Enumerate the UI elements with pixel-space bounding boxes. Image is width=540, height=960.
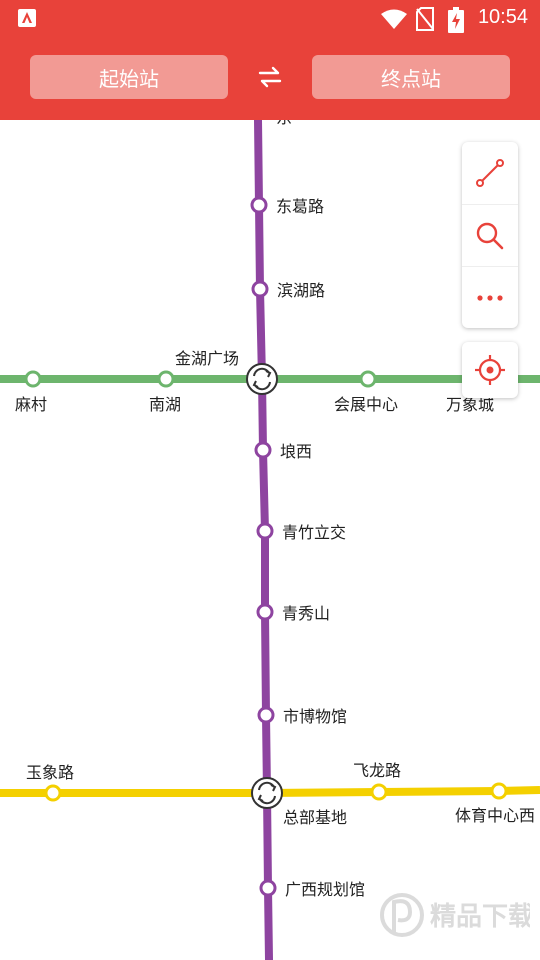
locate-button[interactable]: [462, 342, 518, 398]
station-label: 青秀山: [282, 604, 330, 623]
search-icon: [476, 222, 504, 250]
station-label: 金湖广场: [175, 349, 239, 368]
end-station-button[interactable]: 终点站: [312, 55, 510, 99]
metro-map[interactable]: 东 东葛路 滨湖路 埌西 青竹立交 青秀山 市博物馆 广西规划馆: [0, 120, 540, 960]
start-station-button[interactable]: 起始站: [30, 55, 228, 99]
station-label: 麻村: [15, 395, 47, 414]
station-label-cropped: 东: [276, 120, 292, 127]
station-langxi[interactable]: 埌西: [254, 441, 312, 461]
station-label: 玉象路: [26, 763, 74, 782]
app-header: 10:54 起始站 终点站: [0, 0, 540, 120]
wifi-icon: [381, 9, 407, 29]
station-label: 总部基地: [283, 808, 347, 827]
station-qingzhu-interchange[interactable]: 青竹立交: [256, 522, 346, 542]
search-button[interactable]: [462, 204, 518, 267]
more-dots-icon: [477, 295, 503, 301]
station-label: 广西规划馆: [285, 880, 365, 899]
station-label: 会展中心: [334, 395, 398, 414]
battery-charging-icon: [448, 7, 464, 33]
locate-target-icon: [475, 355, 505, 385]
clock: 10:54: [477, 6, 528, 28]
swap-arrows-icon[interactable]: [256, 64, 284, 90]
route-icon: [476, 159, 504, 187]
line-purple: [254, 120, 273, 960]
station-label: 埌西: [280, 442, 312, 461]
route-button[interactable]: [462, 142, 518, 204]
station-museum[interactable]: 市博物馆: [257, 706, 347, 726]
metro-map-canvas: 东 东葛路 滨湖路 埌西 青竹立交 青秀山 市博物馆 广西规划馆: [0, 120, 540, 960]
watermark: 精品下载: [380, 880, 534, 950]
more-button[interactable]: [462, 266, 518, 329]
station-label: 南湖: [149, 395, 181, 414]
watermark-text: 精品下载: [430, 902, 530, 932]
station-planning-hall[interactable]: 广西规划馆: [259, 879, 365, 899]
watermark-logo: 精品下载: [380, 893, 534, 937]
station-label: 飞龙路: [353, 761, 401, 780]
station-label: 东葛路: [276, 197, 324, 216]
station-label: 体育中心西: [455, 806, 535, 825]
no-sim-icon: [416, 7, 434, 31]
app-notification-icon: [18, 9, 36, 27]
map-toolbox: [462, 142, 518, 328]
station-label: 滨湖路: [277, 281, 325, 300]
status-bar: 10:54: [0, 0, 540, 38]
station-label: 青竹立交: [282, 523, 346, 542]
station-label: 市博物馆: [283, 707, 347, 726]
